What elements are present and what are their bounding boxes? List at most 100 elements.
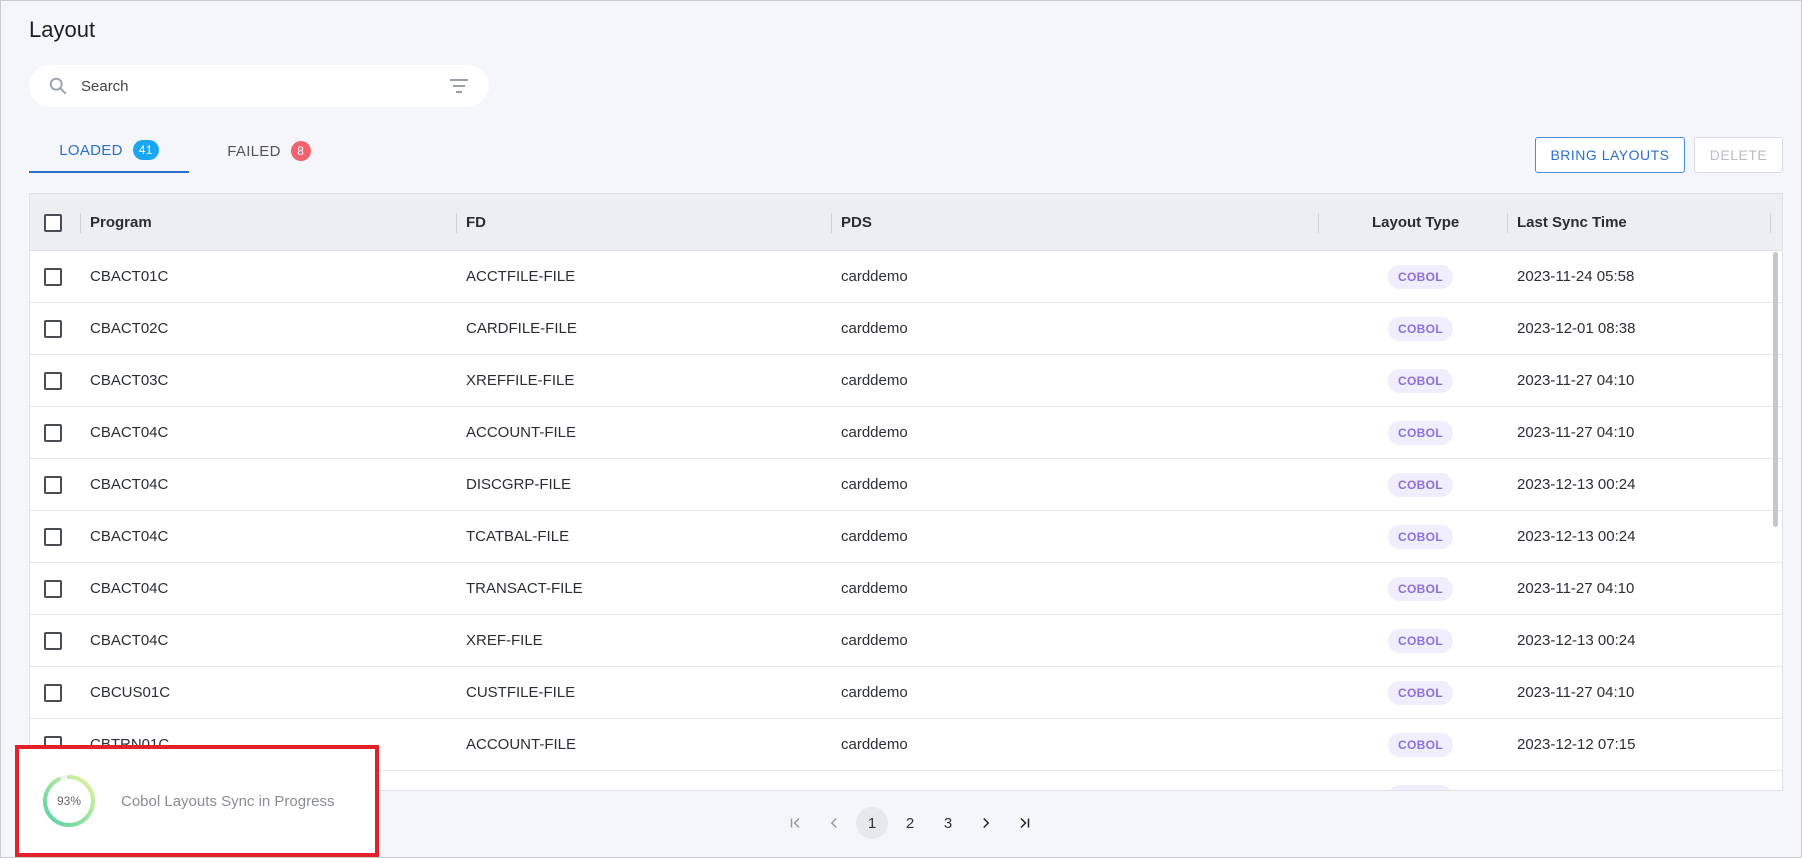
- page-2-button[interactable]: 2: [894, 807, 926, 839]
- cell-layout-type: COBOL: [1388, 667, 1453, 718]
- delete-button[interactable]: DELETE: [1694, 137, 1783, 173]
- row-checkbox[interactable]: [44, 371, 62, 390]
- cell-fd: DISCGRP-FILE: [466, 476, 572, 493]
- layout-type-badge: COBOL: [1388, 732, 1453, 757]
- cell-fd: ACCOUNT-FILE: [466, 424, 577, 441]
- cell-fd: CUSTFILE-FILE: [466, 684, 576, 701]
- row-checkbox[interactable]: [44, 423, 62, 442]
- layout-type-badge: COBOL: [1388, 524, 1453, 549]
- row-checkbox[interactable]: [44, 683, 62, 702]
- row-checkbox[interactable]: [44, 527, 62, 546]
- cell-layout-type: COBOL: [1388, 459, 1453, 510]
- progress-ring: 93%: [41, 773, 97, 829]
- cell-program: CBACT04C: [90, 424, 169, 441]
- search-input[interactable]: [81, 77, 447, 95]
- bring-layouts-button[interactable]: BRING LAYOUTS: [1535, 137, 1685, 173]
- cell-layout-type: COBOL: [1388, 563, 1453, 614]
- table-scrollbar[interactable]: [1773, 252, 1778, 527]
- tab-loaded-count-badge: 41: [132, 140, 159, 160]
- layout-type-badge: COBOL: [1388, 472, 1453, 497]
- table-row[interactable]: CBACT04C TRANSACT-FILE carddemo COBOL 2023-1…: [30, 563, 1782, 615]
- cell-program: CBACT03C: [90, 372, 169, 389]
- layout-type-badge: COBOL: [1388, 680, 1453, 705]
- cell-pds: carddemo: [841, 268, 908, 285]
- layout-type-badge: COBOL: [1388, 316, 1453, 341]
- cell-fd: TCATBAL-FILE: [466, 528, 570, 545]
- row-checkbox[interactable]: [44, 267, 62, 286]
- table-row[interactable]: CBACT04C XREF-FILE carddemo COBOL 2023-12-13…: [30, 615, 1782, 667]
- cell-fd: ACCOUNT-FILE: [466, 736, 577, 753]
- cell-fd: XREFFILE-FILE: [466, 372, 575, 389]
- last-page-icon: [1020, 817, 1030, 829]
- select-all-checkbox[interactable]: [44, 213, 62, 232]
- column-separator: [80, 213, 81, 233]
- page-3-button[interactable]: 3: [932, 807, 964, 839]
- cell-program: CBCUS01C: [90, 684, 171, 701]
- column-separator: [1507, 213, 1508, 233]
- cell-pds: carddemo: [841, 580, 908, 597]
- first-page-icon: [790, 817, 800, 829]
- cell-pds: carddemo: [841, 632, 908, 649]
- layout-type-badge: COBOL: [1388, 784, 1453, 790]
- row-checkbox[interactable]: [44, 579, 62, 598]
- table-row[interactable]: CBACT04C DISCGRP-FILE carddemo COBOL 2023-12…: [30, 459, 1782, 511]
- cell-last-sync-time: 2023-12-01 08:38: [1517, 320, 1636, 337]
- cell-program: CBACT01C: [90, 268, 169, 285]
- cell-pds: carddemo: [841, 424, 908, 441]
- tab-failed-label: FAILED: [227, 142, 281, 160]
- layout-type-badge: COBOL: [1388, 576, 1453, 601]
- previous-page-button[interactable]: [818, 807, 850, 839]
- cell-last-sync-time: 2023-11-27 04:10: [1517, 372, 1635, 389]
- column-header-layout-type[interactable]: Layout Type: [1372, 194, 1459, 251]
- column-header-program[interactable]: Program: [90, 194, 152, 251]
- cell-last-sync-time: 2023-12-13 00:24: [1517, 476, 1636, 493]
- cell-fd: TRANSACT-FILE: [466, 580, 583, 597]
- table-row[interactable]: CBACT01C ACCTFILE-FILE carddemo COBOL 2023-1…: [30, 251, 1782, 303]
- cell-pds: carddemo: [841, 528, 908, 545]
- cell-select: [44, 667, 62, 718]
- cell-last-sync-time: 2023-12-13 00:24: [1517, 632, 1636, 649]
- tab-failed[interactable]: FAILED 8: [189, 129, 349, 173]
- column-separator: [1318, 213, 1319, 233]
- search-bar[interactable]: [29, 65, 489, 107]
- cell-last-sync-time: 2023-11-27 04:10: [1517, 580, 1635, 597]
- cell-layout-type: COBOL: [1388, 355, 1453, 406]
- cell-last-sync-time: 2023-12-12 07:15: [1517, 736, 1636, 753]
- page-1-button[interactable]: 1: [856, 807, 888, 839]
- cell-fd: ACCTFILE-FILE: [466, 268, 576, 285]
- layout-table: Program FD PDS Layout Type Last Sync Tim…: [29, 193, 1783, 791]
- column-header-pds[interactable]: PDS: [841, 194, 872, 251]
- layout-type-badge: COBOL: [1388, 368, 1453, 393]
- cell-select: [44, 511, 62, 562]
- table-row[interactable]: CBACT04C ACCOUNT-FILE carddemo COBOL 2023-11…: [30, 407, 1782, 459]
- cell-pds: carddemo: [841, 320, 908, 337]
- row-checkbox[interactable]: [44, 475, 62, 494]
- cell-last-sync-time: 2023-12-13 00:24: [1517, 528, 1636, 545]
- next-page-button[interactable]: [970, 807, 1002, 839]
- row-checkbox[interactable]: [44, 319, 62, 338]
- cell-select: [44, 563, 62, 614]
- table-row[interactable]: CBACT03C XREFFILE-FILE carddemo COBOL 2023-1…: [30, 355, 1782, 407]
- cell-program: CBACT04C: [90, 580, 169, 597]
- table-row[interactable]: CBACT02C CARDFILE-FILE carddemo COBOL 2023-1…: [30, 303, 1782, 355]
- row-checkbox[interactable]: [44, 631, 62, 650]
- cell-program: CBACT02C: [90, 320, 169, 337]
- table-body: CBACT01C ACCTFILE-FILE carddemo COBOL 2023-1…: [30, 251, 1782, 790]
- cell-select: [44, 251, 62, 302]
- cell-fd: CARDFILE-FILE: [466, 320, 577, 337]
- column-separator: [456, 213, 457, 233]
- tab-bar: LOADED 41 FAILED 8: [29, 129, 349, 173]
- column-header-fd[interactable]: FD: [466, 194, 486, 251]
- column-header-last-sync-time[interactable]: Last Sync Time: [1517, 194, 1627, 251]
- first-page-button[interactable]: [780, 807, 812, 839]
- cell-select: [44, 459, 62, 510]
- cell-last-sync-time: 2023-11-24 05:58: [1517, 268, 1635, 285]
- tab-loaded[interactable]: LOADED 41: [29, 129, 189, 173]
- cell-pds: carddemo: [841, 372, 908, 389]
- cell-pds: carddemo: [841, 736, 908, 753]
- table-row[interactable]: CBCUS01C CUSTFILE-FILE carddemo COBOL 2023-1…: [30, 667, 1782, 719]
- filter-icon[interactable]: [447, 74, 471, 98]
- table-row[interactable]: CBACT04C TCATBAL-FILE carddemo COBOL 2023-12…: [30, 511, 1782, 563]
- last-page-button[interactable]: [1008, 807, 1040, 839]
- tab-loaded-label: LOADED: [59, 141, 123, 159]
